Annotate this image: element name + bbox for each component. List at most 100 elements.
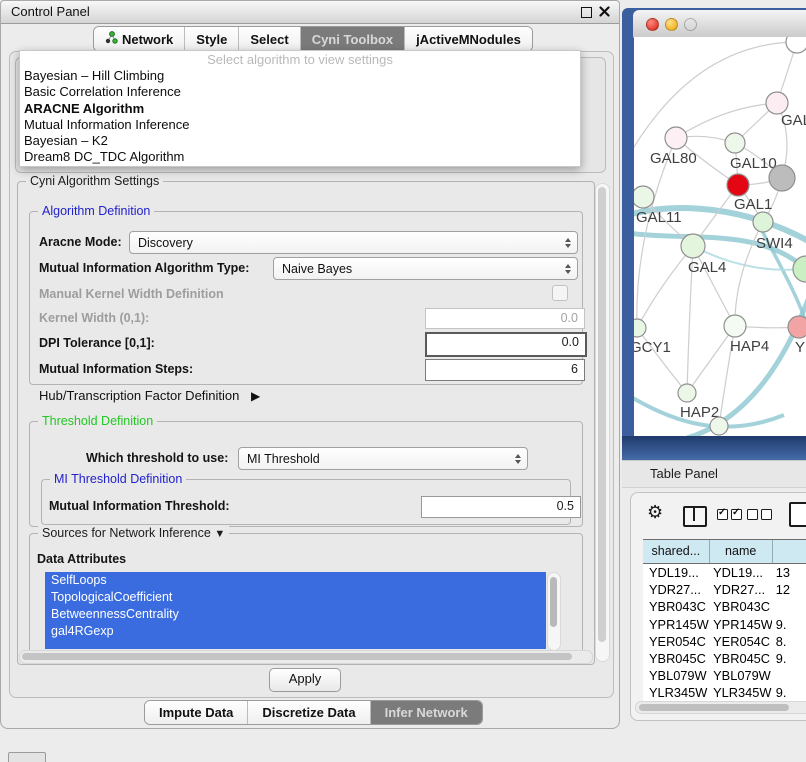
select-all-icon[interactable]: ✓✓ — [717, 509, 742, 523]
select-value: Naive Bayes — [274, 262, 559, 276]
table-panel-titlebar[interactable]: Table Panel — [622, 460, 806, 488]
table-row[interactable]: YBR045CYBR045C9. — [643, 650, 806, 667]
tab-label: jActiveMNodules — [416, 32, 521, 47]
column-header[interactable]: shared... — [643, 540, 710, 563]
close-icon[interactable] — [599, 6, 610, 17]
scrollbar-thumb[interactable] — [22, 653, 572, 660]
table-cell — [772, 667, 806, 684]
collapsed-panel-button[interactable] — [8, 752, 46, 762]
table-row[interactable]: YLR345WYLR345W9. — [643, 684, 806, 701]
list-item-clipped[interactable] — [45, 640, 546, 649]
network-window-titlebar[interactable] — [633, 10, 806, 38]
table-cell: YLR345W — [711, 684, 772, 701]
network-node[interactable] — [681, 234, 705, 258]
network-node[interactable] — [725, 133, 745, 153]
tab-cyni-toolbox[interactable]: Cyni Toolbox — [300, 27, 404, 51]
network-node[interactable] — [678, 384, 696, 402]
mi-type-select[interactable]: Naive Bayes — [273, 257, 578, 280]
table-row[interactable]: YER054CYER054C8. — [643, 633, 806, 650]
split-columns-icon[interactable] — [683, 506, 707, 527]
table-row[interactable]: YBR043CYBR043C — [643, 598, 806, 615]
float-window-icon[interactable] — [581, 7, 592, 18]
network-node-label: GAL10 — [730, 155, 777, 172]
deselect-all-icon[interactable] — [747, 509, 772, 523]
column-header[interactable] — [773, 540, 806, 563]
dropdown-item[interactable]: Mutual Information Inference — [20, 117, 580, 133]
network-edge[interactable] — [637, 246, 693, 328]
table-row[interactable]: YPR145WYPR145W9. — [643, 616, 806, 633]
table-row[interactable]: YDL19...YDL19...13 — [643, 564, 806, 581]
network-node[interactable] — [786, 37, 806, 53]
mi-threshold-input[interactable]: 0.5 — [421, 496, 581, 518]
network-node[interactable] — [634, 186, 654, 208]
list-item[interactable]: BetweennessCentrality — [45, 606, 546, 623]
group-title: Algorithm Definition — [38, 204, 154, 218]
network-node[interactable] — [724, 315, 746, 337]
network-canvas[interactable]: GALGAL80GAL10GAL1GAL11SWI4GAL4GCY1HAP4YH… — [634, 37, 806, 436]
dpi-tolerance-input[interactable]: 0.0 — [425, 332, 587, 357]
table-cell: YDL19... — [643, 564, 711, 581]
document-icon[interactable] — [789, 502, 806, 527]
tab-select[interactable]: Select — [238, 27, 299, 51]
stepper-arrows-icon — [559, 238, 577, 248]
apply-button[interactable]: Apply — [269, 668, 341, 692]
tab-impute-data[interactable]: Impute Data — [145, 701, 247, 724]
list-scrollbar[interactable] — [547, 572, 561, 651]
dropdown-item[interactable]: Basic Correlation Inference — [20, 84, 580, 100]
table-row[interactable]: YDR27...YDR27...12 — [643, 581, 806, 598]
dropdown-item[interactable]: Dream8 DC_TDC Algorithm — [20, 149, 580, 165]
which-threshold-select[interactable]: MI Threshold — [238, 447, 528, 470]
network-node[interactable] — [634, 319, 646, 337]
tab-network[interactable]: Network — [94, 27, 184, 51]
list-item[interactable]: SelfLoops — [45, 572, 546, 589]
table-cell: YER054C — [643, 633, 711, 650]
network-edge[interactable] — [693, 246, 735, 326]
network-node[interactable] — [753, 212, 773, 232]
list-item[interactable]: gal4RGexp — [45, 623, 546, 640]
dropdown-item[interactable]: Bayesian – K2 — [20, 133, 580, 149]
hub-definition-expander[interactable]: Hub/Transcription Factor Definition ▶ — [39, 388, 260, 403]
network-node-label: Y — [795, 339, 805, 356]
settings-gear-icon[interactable]: ⚙ — [647, 502, 663, 523]
network-node[interactable] — [710, 417, 728, 435]
zoom-button[interactable] — [684, 18, 697, 31]
which-threshold-label: Which threshold to use: — [86, 451, 228, 465]
tab-label: Select — [250, 32, 288, 47]
network-edge[interactable] — [637, 328, 687, 393]
tab-style[interactable]: Style — [184, 27, 238, 51]
network-edge[interactable] — [687, 326, 735, 393]
kernel-width-input[interactable]: 0.0 — [425, 308, 585, 329]
scrollbar-thumb[interactable] — [598, 187, 606, 642]
stepper-arrows-icon — [509, 454, 527, 464]
settings-horizontal-scrollbar[interactable] — [19, 650, 593, 664]
control-panel-titlebar[interactable]: Control Panel — [1, 1, 619, 24]
network-node[interactable] — [727, 174, 749, 196]
network-node[interactable] — [769, 165, 795, 191]
minimize-button[interactable] — [665, 18, 678, 31]
network-node[interactable] — [766, 92, 788, 114]
column-header[interactable]: name — [710, 540, 773, 563]
tab-discretize-data[interactable]: Discretize Data — [247, 701, 369, 724]
network-node[interactable] — [665, 127, 687, 149]
network-node-label: GAL80 — [650, 150, 697, 167]
scrollbar-thumb[interactable] — [550, 577, 557, 627]
aracne-mode-select[interactable]: Discovery — [129, 231, 578, 254]
network-node[interactable] — [788, 316, 806, 338]
tab-infer-network[interactable]: Infer Network — [370, 701, 482, 724]
network-edge[interactable] — [676, 103, 777, 138]
settings-vertical-scrollbar[interactable] — [595, 183, 610, 662]
tab-jactivemnodules[interactable]: jActiveMNodules — [404, 27, 532, 51]
list-item[interactable]: TopologicalCoefficient — [45, 589, 546, 606]
table-cell: YBR045C — [711, 650, 772, 667]
table-horizontal-scrollbar[interactable] — [635, 701, 806, 714]
cyni-bottom-tabs: Impute Data Discretize Data Infer Networ… — [144, 700, 483, 725]
manual-kernel-checkbox[interactable] — [552, 285, 568, 301]
sources-expander[interactable]: Sources for Network Inference ▼ — [38, 526, 229, 540]
network-node-label: GAL1 — [734, 196, 772, 213]
table-row[interactable]: YBL079WYBL079W — [643, 667, 806, 684]
dropdown-item[interactable]: Bayesian – Hill Climbing — [20, 68, 580, 84]
close-button[interactable] — [646, 18, 659, 31]
mi-steps-input[interactable]: 6 — [425, 359, 585, 381]
scrollbar-thumb[interactable] — [639, 704, 789, 711]
dropdown-item-selected[interactable]: ARACNE Algorithm — [20, 101, 580, 117]
